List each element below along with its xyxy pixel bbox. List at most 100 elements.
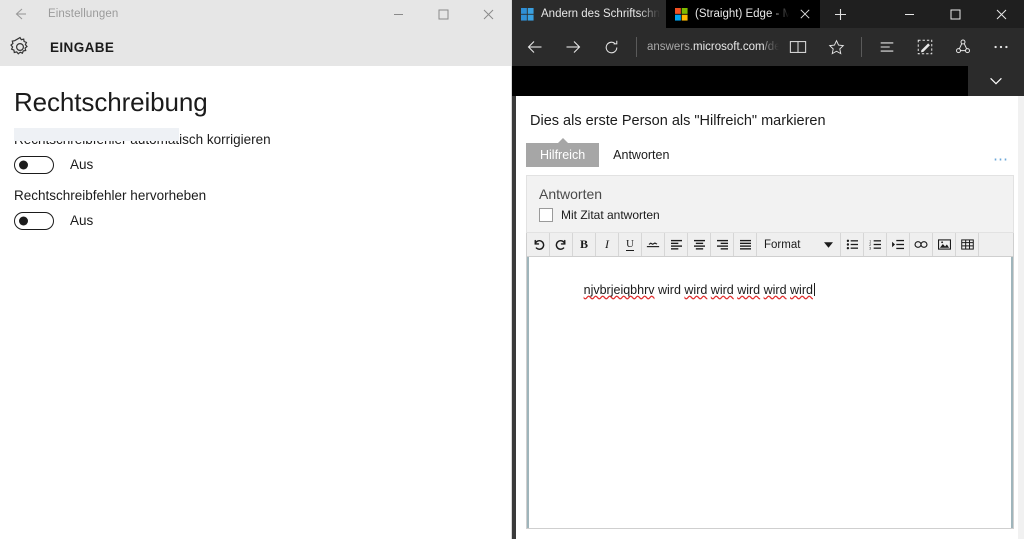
editor-left-rail (527, 257, 529, 528)
editor-right-rail (1011, 257, 1013, 528)
italic-icon[interactable]: I (596, 233, 619, 256)
align-left-icon[interactable] (665, 233, 688, 256)
quote-checkbox[interactable] (539, 208, 553, 222)
numbered-list-icon[interactable]: 123 (864, 233, 887, 256)
link-icon[interactable] (910, 233, 933, 256)
redo-icon[interactable] (550, 233, 573, 256)
image-icon[interactable] (933, 233, 956, 256)
url-path: /de-de/wi (764, 41, 779, 53)
page-inner: Dies als erste Person als "Hilfreich" ma… (512, 96, 1024, 539)
editor-toolbar-filler (979, 233, 1013, 256)
answer-tabs-row: Hilfreich Antworten ⋯ (526, 143, 1014, 167)
browser-tab-1[interactable]: Ändern des Schriftschnitts u (512, 0, 666, 28)
page-title: Rechtschreibung (14, 87, 208, 117)
editor-toolbar: B I U Format 1 2 3 (526, 233, 1014, 257)
toggle-knob (18, 160, 28, 170)
close-icon[interactable] (466, 0, 511, 28)
misspelled-word: wird (790, 282, 813, 297)
windows-logo-icon (675, 7, 688, 21)
undo-icon[interactable] (527, 233, 550, 256)
underline-icon[interactable]: U (619, 233, 642, 256)
align-right-icon[interactable] (711, 233, 734, 256)
share-icon[interactable] (944, 31, 982, 63)
misspelled-word: wird (684, 282, 708, 297)
format-dropdown[interactable]: Format (757, 233, 841, 256)
minimize-icon[interactable] (886, 0, 932, 28)
tab-hilfreich[interactable]: Hilfreich (526, 143, 600, 167)
settings-header-label: EINGABE (50, 39, 115, 55)
more-menu-icon[interactable] (982, 31, 1020, 63)
toggle-knob (18, 216, 28, 226)
svg-text:3: 3 (869, 247, 871, 250)
url-text: answers.microsoft.com/de-de/wi (647, 41, 779, 53)
tab-close-icon[interactable] (796, 5, 814, 23)
settings-header: EINGABE (0, 28, 511, 66)
edge-tab-bar: Ändern des Schriftschnitts u (Straight) … (512, 0, 1024, 28)
answer-tabs-more-icon[interactable]: ⋯ (993, 152, 1014, 167)
rich-text-editor[interactable]: njvbrjeiqbhrv wird wird wird wird wird w… (526, 257, 1014, 529)
toolbar-right-group (779, 31, 1020, 63)
page-vertical-scrollbar[interactable] (512, 96, 516, 539)
chevron-down-icon[interactable] (968, 66, 1024, 96)
bold-icon[interactable]: B (573, 233, 596, 256)
settings-body: Rechtschreibung Rechtschreibfehler autom… (0, 66, 511, 230)
table-icon[interactable] (956, 233, 979, 256)
tab-antworten[interactable]: Antworten (599, 143, 683, 167)
toggle-row: Aus (14, 155, 497, 174)
misspelled-word: wird (710, 282, 734, 297)
windows-logo-icon (521, 7, 534, 21)
hub-icon[interactable] (868, 31, 906, 63)
edge-toolbar: answers.microsoft.com/de-de/wi (512, 28, 1024, 66)
bullet-list-icon[interactable] (841, 233, 864, 256)
misspelled-word: wird (737, 282, 761, 297)
toggle-state-label: Aus (70, 213, 94, 229)
browser-tab-label: (Straight) Edge - Micros (695, 8, 789, 20)
align-center-icon[interactable] (688, 233, 711, 256)
answer-panel-title: Antworten (539, 186, 603, 202)
page-content: Dies als erste Person als "Hilfreich" ma… (518, 96, 1024, 539)
indent-icon[interactable] (887, 233, 910, 256)
page-top-strip (512, 66, 1024, 96)
highlight-errors-toggle[interactable] (14, 211, 54, 230)
misspelled-word: njvbrjeiqbhrv (583, 282, 655, 297)
address-bar[interactable]: answers.microsoft.com/de-de/wi (643, 31, 779, 63)
browser-tab-label: Ändern des Schriftschnitts u (541, 8, 660, 20)
settings-window-controls (376, 0, 511, 28)
quote-checkbox-row: Mit Zitat antworten (539, 208, 1001, 222)
editor-text-content[interactable]: njvbrjeiqbhrv wird wird wird wird wird w… (527, 257, 1013, 324)
quote-checkbox-label: Mit Zitat antworten (561, 208, 660, 222)
settings-window-title: Einstellungen (48, 8, 119, 20)
new-tab-button[interactable] (820, 0, 860, 28)
misspelled-word: wird (763, 282, 787, 297)
refresh-icon[interactable] (592, 31, 630, 63)
edge-page-viewport: Dies als erste Person als "Hilfreich" ma… (512, 66, 1024, 539)
edge-browser-window: Ändern des Schriftschnitts u (Straight) … (512, 0, 1024, 539)
back-arrow-icon[interactable] (0, 0, 40, 28)
format-dropdown-label: Format (764, 238, 801, 251)
maximize-icon[interactable] (421, 0, 466, 28)
strikethrough-icon[interactable] (642, 233, 665, 256)
setting-highlight-errors: Rechtschreibfehler hervorheben Aus (14, 188, 497, 230)
settings-titlebar: Einstellungen (0, 0, 511, 28)
star-icon[interactable] (817, 31, 855, 63)
forward-arrow-icon[interactable] (554, 31, 592, 63)
web-note-icon[interactable] (906, 31, 944, 63)
text-caret (813, 282, 815, 296)
chevron-down-icon (824, 239, 833, 251)
minimize-icon[interactable] (376, 0, 421, 28)
toolbar-divider (636, 37, 637, 57)
back-arrow-icon[interactable] (516, 31, 554, 63)
align-justify-icon[interactable] (734, 233, 757, 256)
setting-label: Rechtschreibfehler hervorheben (14, 187, 207, 203)
edge-window-controls (886, 0, 1024, 28)
browser-tab-2[interactable]: (Straight) Edge - Micros (666, 0, 820, 28)
toggle-state-label: Aus (70, 157, 94, 173)
maximize-icon[interactable] (932, 0, 978, 28)
screen-root: Einstellungen EINGABE Rechtschreibung ko… (0, 0, 1024, 539)
autocorrect-toggle[interactable] (14, 155, 54, 174)
reading-view-icon[interactable] (779, 31, 817, 63)
close-icon[interactable] (978, 0, 1024, 28)
answer-panel: Antworten Mit Zitat antworten (526, 175, 1014, 233)
toggle-row: Aus (14, 211, 497, 230)
editor-word: wird (657, 282, 681, 297)
